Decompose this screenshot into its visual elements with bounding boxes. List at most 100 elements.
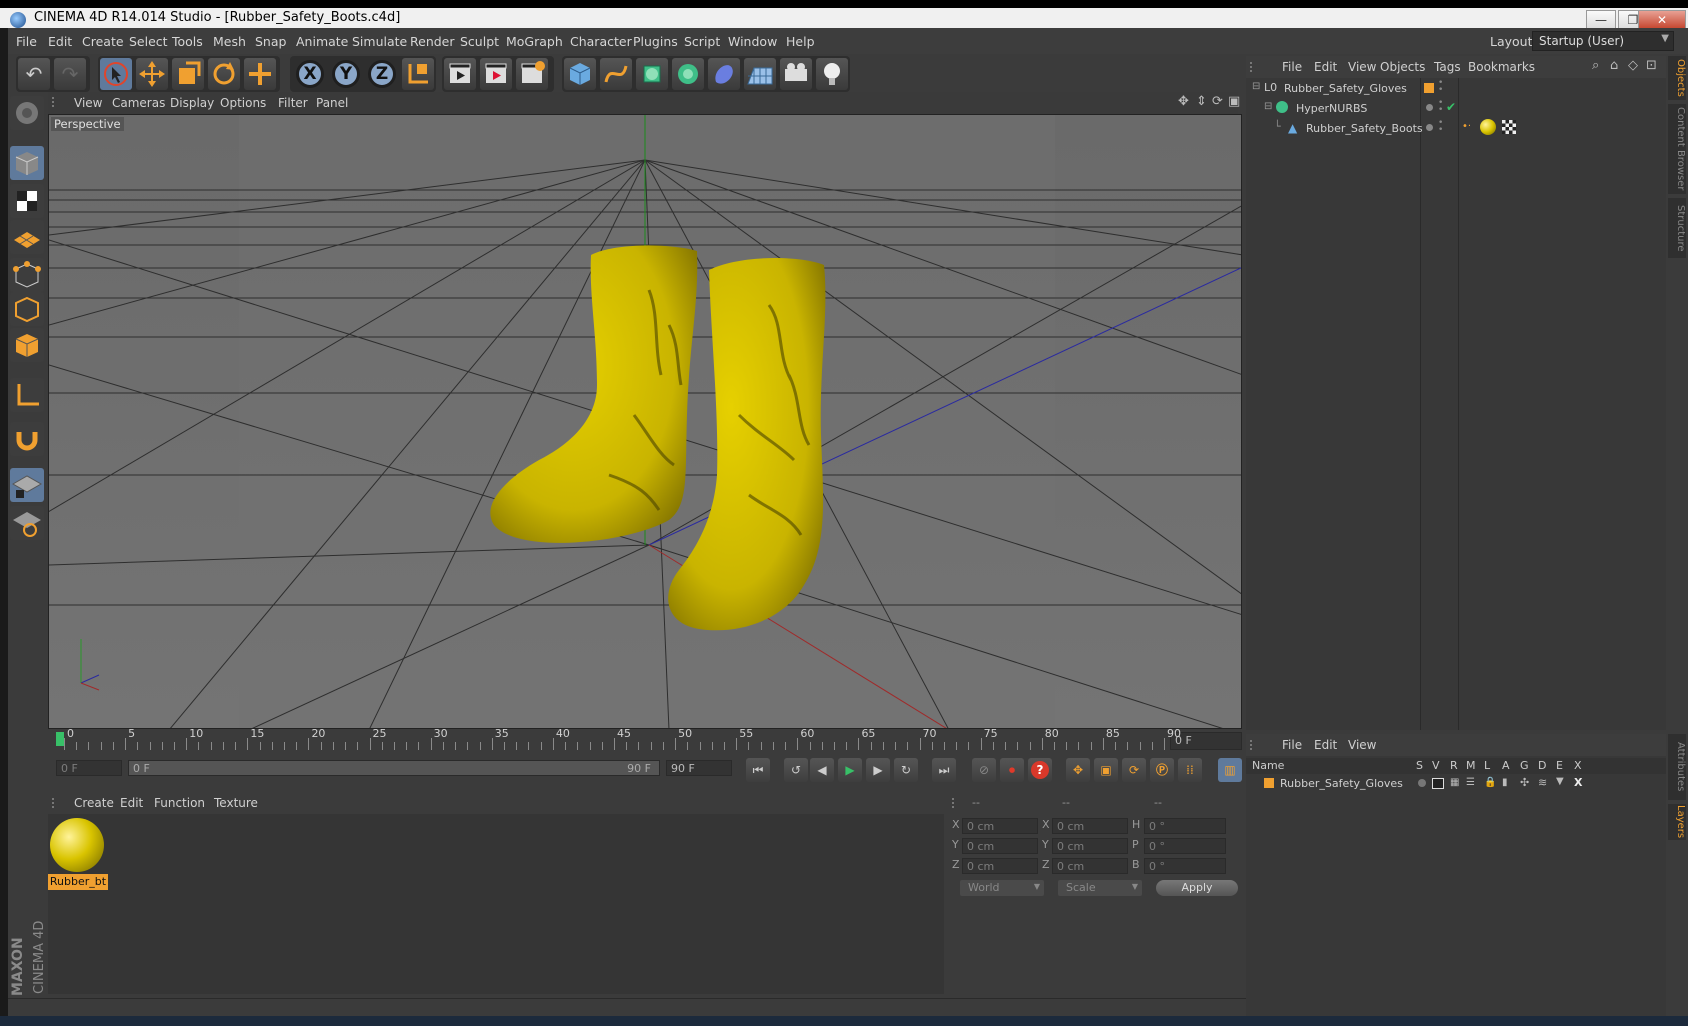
position-field[interactable]: 0 cm (962, 858, 1038, 874)
viewport-menu-options[interactable]: Options (220, 96, 266, 110)
key-scale-icon[interactable]: ▣ (1094, 758, 1118, 782)
scale-icon[interactable] (172, 58, 204, 90)
column-header-view[interactable]: V (1432, 759, 1440, 772)
coordinate-system-icon[interactable] (402, 58, 434, 90)
menu-select[interactable]: Select (129, 34, 168, 49)
enabled-checkmark-icon[interactable]: ✔ (1446, 100, 1456, 114)
view-toggle-icon[interactable] (1432, 778, 1444, 789)
layers-menu-edit[interactable]: Edit (1314, 738, 1337, 752)
redo-icon[interactable]: ↷ (54, 58, 86, 90)
xref-toggle-icon[interactable]: X (1574, 776, 1582, 789)
preview-range-slider[interactable]: 0 F 90 F (128, 760, 660, 776)
viewport-menu-filter[interactable]: Filter (278, 96, 308, 110)
viewport-maximize-icon[interactable]: ▣ (1228, 94, 1240, 109)
size-field[interactable]: 0 cm (1052, 818, 1128, 834)
key-parameter-icon[interactable]: Ⓟ (1150, 758, 1174, 782)
column-header-animation[interactable]: A (1502, 759, 1510, 772)
menu-render[interactable]: Render (410, 34, 455, 49)
render-to-picture-viewer-icon[interactable] (480, 58, 512, 90)
column-header-render[interactable]: R (1450, 759, 1458, 772)
objects-menu-file[interactable]: File (1282, 60, 1302, 74)
rotation-field[interactable]: 0 ° (1144, 818, 1226, 834)
go-to-end-icon[interactable]: ⏭ (932, 758, 956, 782)
size-field[interactable]: 0 cm (1052, 838, 1128, 854)
rotation-field[interactable]: 0 ° (1144, 858, 1226, 874)
end-frame-field[interactable]: 90 F (666, 760, 732, 776)
menu-edit[interactable]: Edit (48, 34, 72, 49)
auto-keying-icon[interactable]: ? (1028, 758, 1052, 782)
z-axis-lock-button[interactable]: Z (368, 60, 396, 88)
x-axis-lock-button[interactable]: X (296, 60, 324, 88)
deformer-icon[interactable] (708, 58, 740, 90)
snap-magnet-icon[interactable] (10, 422, 44, 456)
visibility-dots-icon[interactable]: • • (1438, 79, 1443, 95)
objects-menu-edit[interactable]: Edit (1314, 60, 1337, 74)
key-pla-icon[interactable]: ⁞⁞ (1178, 758, 1202, 782)
home-icon[interactable]: ⌂ (1610, 58, 1618, 73)
position-field[interactable]: 0 cm (962, 838, 1038, 854)
objects-menu-objects[interactable]: Objects (1380, 60, 1425, 74)
material-menu-edit[interactable]: Edit (120, 796, 143, 810)
lock-toggle-icon[interactable]: 🔒 (1484, 777, 1496, 788)
viewport-camera-label[interactable]: Perspective (51, 117, 124, 131)
back-icon[interactable]: ◇ (1628, 58, 1638, 73)
texture-mode-icon[interactable] (10, 184, 44, 218)
layer-color-swatch[interactable] (1264, 778, 1274, 788)
coordinate-system-dropdown[interactable]: World ▼ (960, 880, 1044, 896)
material-menu-function[interactable]: Function (154, 796, 205, 810)
apply-button[interactable]: Apply (1156, 880, 1238, 896)
objects-menu-bookmarks[interactable]: Bookmarks (1468, 60, 1535, 74)
nurbs-icon[interactable] (636, 58, 668, 90)
column-header-solo[interactable]: S (1416, 759, 1423, 772)
model-mode-icon[interactable] (10, 146, 44, 180)
workplane-mode-icon[interactable] (10, 220, 44, 254)
viewport-menu-cameras[interactable]: Cameras (112, 96, 165, 110)
deformers-toggle-icon[interactable]: ≋ (1538, 776, 1547, 789)
viewport-menu-panel[interactable]: Panel (316, 96, 348, 110)
menu-plugins[interactable]: Plugins (633, 34, 678, 49)
position-field[interactable]: 0 cm (962, 818, 1038, 834)
timeline-ruler[interactable]: 0 F 0 5 10 15 20 25 30 35 40 45 50 55 60 65 70 75 80 85 90 (48, 727, 1242, 752)
menu-tools[interactable]: Tools (172, 34, 203, 49)
light-icon[interactable] (816, 58, 848, 90)
previous-frame-icon[interactable]: ◀ (810, 758, 834, 782)
manager-toggle-icon[interactable]: ☰ (1466, 777, 1475, 788)
menu-sculpt[interactable]: Sculpt (460, 34, 499, 49)
layer-dot-icon[interactable] (1426, 104, 1433, 111)
column-header-manager[interactable]: M (1466, 759, 1476, 772)
close-button[interactable]: ✕ (1638, 10, 1686, 30)
new-window-icon[interactable]: ⊡ (1646, 58, 1657, 73)
edges-mode-icon[interactable] (10, 292, 44, 326)
y-axis-lock-button[interactable]: Y (332, 60, 360, 88)
recent-tool-icon[interactable] (244, 58, 276, 90)
spline-icon[interactable] (600, 58, 632, 90)
menu-simulate[interactable]: Simulate (352, 34, 407, 49)
material-menu-create[interactable]: Create (74, 796, 114, 810)
camera-icon[interactable] (780, 58, 812, 90)
side-tab-content-browser[interactable]: Content Browser (1668, 104, 1686, 194)
column-header-locked[interactable]: L (1484, 759, 1490, 772)
layers-menu-file[interactable]: File (1282, 738, 1302, 752)
layers-menu-view[interactable]: View (1348, 738, 1376, 752)
side-tab-attributes[interactable]: Attributes (1668, 734, 1686, 800)
side-tab-structure[interactable]: Structure (1668, 198, 1686, 258)
collapse-toggle-icon[interactable]: ⊟ (1252, 81, 1260, 92)
menu-window[interactable]: Window (728, 34, 777, 49)
column-header-generators[interactable]: G (1520, 759, 1529, 772)
go-to-start-icon[interactable]: ⏮ (746, 758, 770, 782)
object-row[interactable]: ⊟ HyperNURBS • • ✔ (1246, 99, 1666, 118)
objects-menu-tags[interactable]: Tags (1434, 60, 1461, 74)
rotate-icon[interactable] (208, 58, 240, 90)
live-selection-icon[interactable] (100, 58, 132, 90)
timeline-scheme-icon[interactable]: ▥ (1218, 758, 1242, 782)
uvw-tag-icon[interactable] (1502, 120, 1516, 134)
menu-snap[interactable]: Snap (255, 34, 286, 49)
planar-workplane-icon[interactable] (10, 506, 44, 540)
column-header-expressions[interactable]: E (1556, 759, 1563, 772)
collapse-toggle-icon[interactable]: ⊟ (1264, 101, 1272, 112)
column-header-name[interactable]: Name (1252, 759, 1284, 772)
material-menu-texture[interactable]: Texture (214, 796, 258, 810)
move-icon[interactable] (136, 58, 168, 90)
layer-color-swatch[interactable] (1424, 83, 1434, 93)
object-name[interactable]: HyperNURBS (1296, 102, 1367, 115)
